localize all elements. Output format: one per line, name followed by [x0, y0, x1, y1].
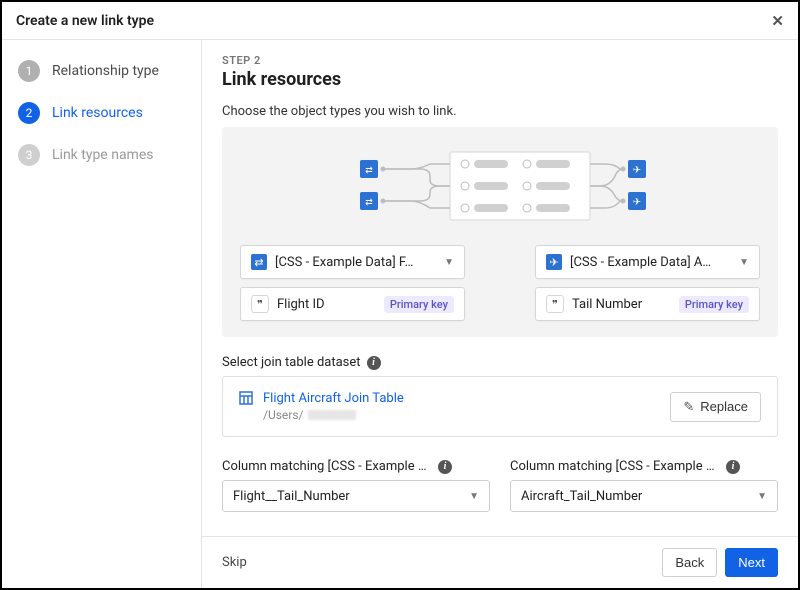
dataset-name-link[interactable]: Flight Aircraft Join Table	[263, 391, 404, 406]
dialog-frame: Create a new link type ✕ 1 Relationship …	[0, 0, 800, 590]
key-icon: ❞	[546, 295, 564, 313]
page-title: Link resources	[222, 69, 778, 90]
back-button[interactable]: Back	[662, 548, 717, 577]
col-right-value: Aircraft_Tail_Number	[521, 489, 642, 504]
link-config-box: ⇄ ⇄ ✈ ✈	[222, 127, 778, 337]
primary-key-chip: Primary key	[679, 296, 749, 313]
diagram-svg: ⇄ ⇄ ✈ ✈	[330, 146, 670, 226]
right-key-label: Tail Number	[572, 297, 671, 312]
main-panel: STEP 2 Link resources Choose the object …	[202, 40, 798, 588]
next-button[interactable]: Next	[725, 548, 778, 577]
key-icon: ❞	[251, 295, 269, 313]
left-key-label: Flight ID	[277, 297, 376, 312]
right-key-field[interactable]: ❞ Tail Number Primary key	[535, 287, 760, 321]
dialog-header: Create a new link type ✕	[2, 2, 798, 40]
info-icon[interactable]: i	[726, 460, 740, 474]
table-icon	[239, 391, 253, 405]
svg-text:⇄: ⇄	[365, 198, 373, 208]
col-left-value: Flight__Tail_Number	[233, 489, 350, 504]
sidebar-item-label: Link type names	[52, 147, 153, 163]
dialog-body: 1 Relationship type 2 Link resources 3 L…	[2, 40, 798, 588]
info-icon[interactable]: i	[367, 356, 381, 370]
footer-actions: Back Next	[662, 548, 778, 577]
dialog-title: Create a new link type	[16, 13, 154, 29]
sidebar-item-relationship-type[interactable]: 1 Relationship type	[2, 50, 201, 92]
step-number: 1	[18, 60, 40, 82]
link-type-icon: ⇄	[251, 254, 267, 270]
intro-text: Choose the object types you wish to link…	[222, 104, 778, 119]
col-right-select[interactable]: Aircraft_Tail_Number ▼	[510, 480, 778, 512]
sidebar-item-link-type-names[interactable]: 3 Link type names	[2, 134, 201, 176]
pencil-icon: ✎	[683, 399, 694, 415]
link-diagram: ⇄ ⇄ ✈ ✈	[240, 141, 760, 231]
sidebar-item-label: Relationship type	[52, 63, 159, 79]
sidebar-item-link-resources[interactable]: 2 Link resources	[2, 92, 201, 134]
col-left-label-text: Column matching [CSS - Example Data] …	[222, 459, 432, 474]
chevron-down-icon: ▼	[757, 491, 767, 502]
left-object-type-select[interactable]: ⇄ [CSS - Example Data] F… ▼	[240, 245, 465, 279]
col-left-select[interactable]: Flight__Tail_Number ▼	[222, 480, 490, 512]
svg-text:⇄: ⇄	[365, 166, 373, 176]
column-matching-row: Column matching [CSS - Example Data] … i…	[222, 441, 778, 512]
left-type-col: ⇄ [CSS - Example Data] F… ▼ ❞ Flight ID …	[240, 245, 465, 321]
chevron-down-icon: ▼	[469, 491, 479, 502]
col-left-label: Column matching [CSS - Example Data] … i	[222, 459, 490, 474]
dialog-footer: Skip Back Next	[202, 536, 798, 588]
airplane-icon: ✈	[546, 254, 562, 270]
info-icon[interactable]: i	[438, 460, 452, 474]
close-icon[interactable]: ✕	[771, 12, 784, 30]
replace-dataset-button[interactable]: ✎ Replace	[670, 392, 761, 422]
type-selectors-row: ⇄ [CSS - Example Data] F… ▼ ❞ Flight ID …	[240, 245, 760, 321]
primary-key-chip: Primary key	[384, 296, 454, 313]
dataset-path-prefix: /Users/	[263, 408, 304, 422]
join-table-label-text: Select join table dataset	[222, 355, 361, 370]
content-area: STEP 2 Link resources Choose the object …	[202, 40, 798, 536]
sidebar-item-label: Link resources	[52, 105, 143, 121]
col-right-label-text: Column matching [CSS - Example Data] …	[510, 459, 720, 474]
skip-button[interactable]: Skip	[222, 555, 247, 570]
dataset-info: Flight Aircraft Join Table /Users/	[239, 391, 660, 422]
svg-text:✈: ✈	[633, 197, 641, 208]
left-key-field[interactable]: ❞ Flight ID Primary key	[240, 287, 465, 321]
right-type-col: ✈ [CSS - Example Data] A… ▼ ❞ Tail Numbe…	[535, 245, 760, 321]
step-indicator: STEP 2	[222, 54, 778, 67]
chevron-down-icon: ▼	[739, 257, 749, 268]
join-table-label: Select join table dataset i	[222, 355, 778, 370]
dataset-path: /Users/	[263, 408, 404, 422]
replace-label: Replace	[700, 399, 748, 414]
step-number: 2	[18, 102, 40, 124]
right-object-type-label: [CSS - Example Data] A…	[570, 255, 731, 270]
svg-text:✈: ✈	[633, 165, 641, 176]
redacted-path	[308, 410, 356, 420]
left-object-type-label: [CSS - Example Data] F…	[275, 255, 436, 270]
join-dataset-box: Flight Aircraft Join Table /Users/ ✎ Rep…	[222, 376, 778, 437]
right-object-type-select[interactable]: ✈ [CSS - Example Data] A… ▼	[535, 245, 760, 279]
col-right-label: Column matching [CSS - Example Data] … i	[510, 459, 778, 474]
step-number: 3	[18, 144, 40, 166]
chevron-down-icon: ▼	[444, 257, 454, 268]
wizard-sidebar: 1 Relationship type 2 Link resources 3 L…	[2, 40, 202, 588]
